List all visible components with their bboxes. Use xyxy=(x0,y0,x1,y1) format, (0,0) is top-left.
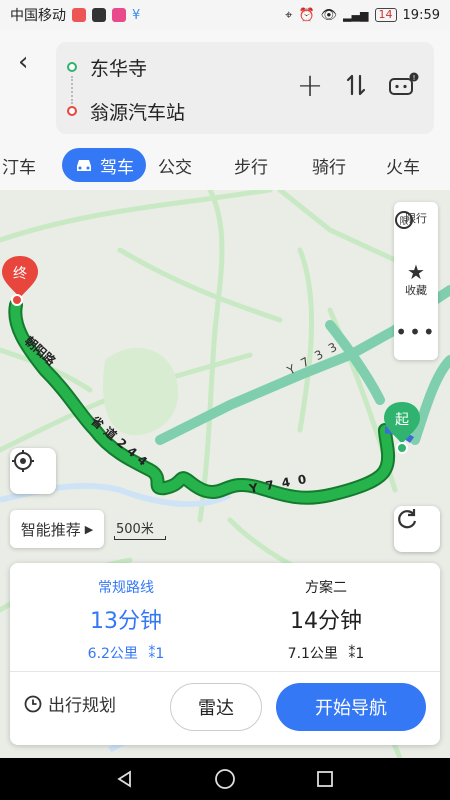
favorite-label: 收藏 xyxy=(405,284,427,297)
tab-drive-label: 驾车 xyxy=(100,157,134,178)
tab-drive[interactable]: 驾车 xyxy=(62,148,146,182)
tab-bus[interactable]: 公交 xyxy=(152,148,198,182)
route-connector xyxy=(71,76,73,104)
tab-walk[interactable]: 步行 xyxy=(228,148,274,182)
tab-taxi[interactable]: 汀车 xyxy=(0,148,44,182)
star-icon: ★ xyxy=(407,260,425,284)
signal-icon: ▂▄▆ xyxy=(343,8,369,22)
traffic-restriction-button[interactable]: 限 限行 xyxy=(394,210,438,229)
sim-icon xyxy=(92,8,106,22)
plan-distance: 7.1公里 xyxy=(287,646,338,662)
plan-meta: 6.2公里 ⁑1 xyxy=(26,643,226,663)
plan-distance: 6.2公里 xyxy=(87,646,138,662)
app-icon xyxy=(112,8,126,22)
start-navigation-button[interactable]: 开始导航 xyxy=(276,683,426,731)
smart-recommend-button[interactable]: 智能推荐 ▶ xyxy=(10,510,104,548)
chevron-right-icon: ▶ xyxy=(84,522,94,536)
plan-time: 14分钟 xyxy=(290,609,362,634)
home-nav-icon[interactable] xyxy=(212,766,238,792)
tab-bike[interactable]: 骑行 xyxy=(306,148,352,182)
locate-icon xyxy=(12,450,34,472)
recents-nav-icon[interactable] xyxy=(312,766,338,792)
car-icon xyxy=(77,160,91,171)
destination-field[interactable]: 翁源汽车站 xyxy=(90,98,185,125)
origin-field[interactable]: 东华寺 xyxy=(90,54,147,81)
back-icon[interactable]: ‹ xyxy=(18,49,44,76)
favorite-button[interactable]: ★ 收藏 xyxy=(394,262,438,298)
plan-lights: 1 xyxy=(355,646,365,662)
plan-option-1[interactable]: 常规路线 13分钟 6.2公里 ⁑1 xyxy=(26,577,226,663)
plan-option-2[interactable]: 方案二 14分钟 7.1公里 ⁑1 xyxy=(226,577,426,663)
refresh-icon xyxy=(398,509,417,529)
eye-icon: 👁 xyxy=(320,7,338,23)
refresh-button[interactable] xyxy=(394,506,440,552)
more-icon[interactable]: ••• xyxy=(394,320,438,344)
alarm-icon: ⏰ xyxy=(298,7,315,23)
plan-lights: 1 xyxy=(155,646,165,662)
battery-icon: 14 xyxy=(374,8,397,22)
origin-dot-icon xyxy=(67,62,77,72)
car-settings-icon[interactable]: ! xyxy=(386,68,420,102)
route-input-box: 东华寺 翁源汽车站 + ! xyxy=(56,42,434,134)
start-pin-label: 起 xyxy=(395,412,409,428)
back-nav-icon[interactable] xyxy=(112,766,138,792)
map-right-controls: 限 限行 ★ 收藏 ••• xyxy=(394,202,438,360)
trip-plan-button[interactable]: 出行规划 xyxy=(24,691,116,716)
route-header: ‹ 东华寺 翁源汽车站 + ! xyxy=(0,30,450,140)
swap-icon[interactable] xyxy=(339,68,373,102)
smart-recommend-label: 智能推荐 xyxy=(20,520,81,539)
end-pin-label: 终 xyxy=(13,266,27,282)
scale-bar xyxy=(114,536,166,540)
system-nav-bar xyxy=(0,758,450,800)
plan-meta: 7.1公里 ⁑1 xyxy=(226,643,426,663)
plan-name: 常规路线 xyxy=(98,580,154,596)
add-waypoint-icon[interactable]: + xyxy=(293,66,327,104)
trip-plan-label: 出行规划 xyxy=(48,696,116,716)
notification-icon xyxy=(72,8,86,22)
scale-label: 500米 xyxy=(116,522,154,537)
location-icon: ⌖ xyxy=(285,7,293,23)
clock: 19:59 xyxy=(402,7,440,23)
svg-text:限: 限 xyxy=(399,216,408,227)
clock-icon xyxy=(24,695,42,712)
status-bar: 中国移动 ¥ ⌖ ⏰ 👁 ▂▄▆ 14 19:59 xyxy=(0,0,450,30)
carrier-label: 中国移动 xyxy=(10,8,66,24)
locate-button[interactable] xyxy=(10,448,56,494)
destination-dot-icon xyxy=(67,106,77,116)
travel-mode-tabs: 汀车 驾车 公交 步行 骑行 火车 xyxy=(0,140,450,190)
divider xyxy=(10,671,440,672)
plan-time: 13分钟 xyxy=(90,609,162,634)
tab-train[interactable]: 火车 xyxy=(380,148,426,182)
route-plans-sheet: 常规路线 13分钟 6.2公里 ⁑1 方案二 14分钟 7.1公里 ⁑1 出行规… xyxy=(10,563,440,745)
plan-name: 方案二 xyxy=(305,580,347,596)
radar-button[interactable]: 雷达 xyxy=(170,683,262,731)
payment-icon: ¥ xyxy=(132,7,141,23)
svg-text:!: ! xyxy=(413,74,416,82)
end-pin: 终 xyxy=(2,256,38,306)
